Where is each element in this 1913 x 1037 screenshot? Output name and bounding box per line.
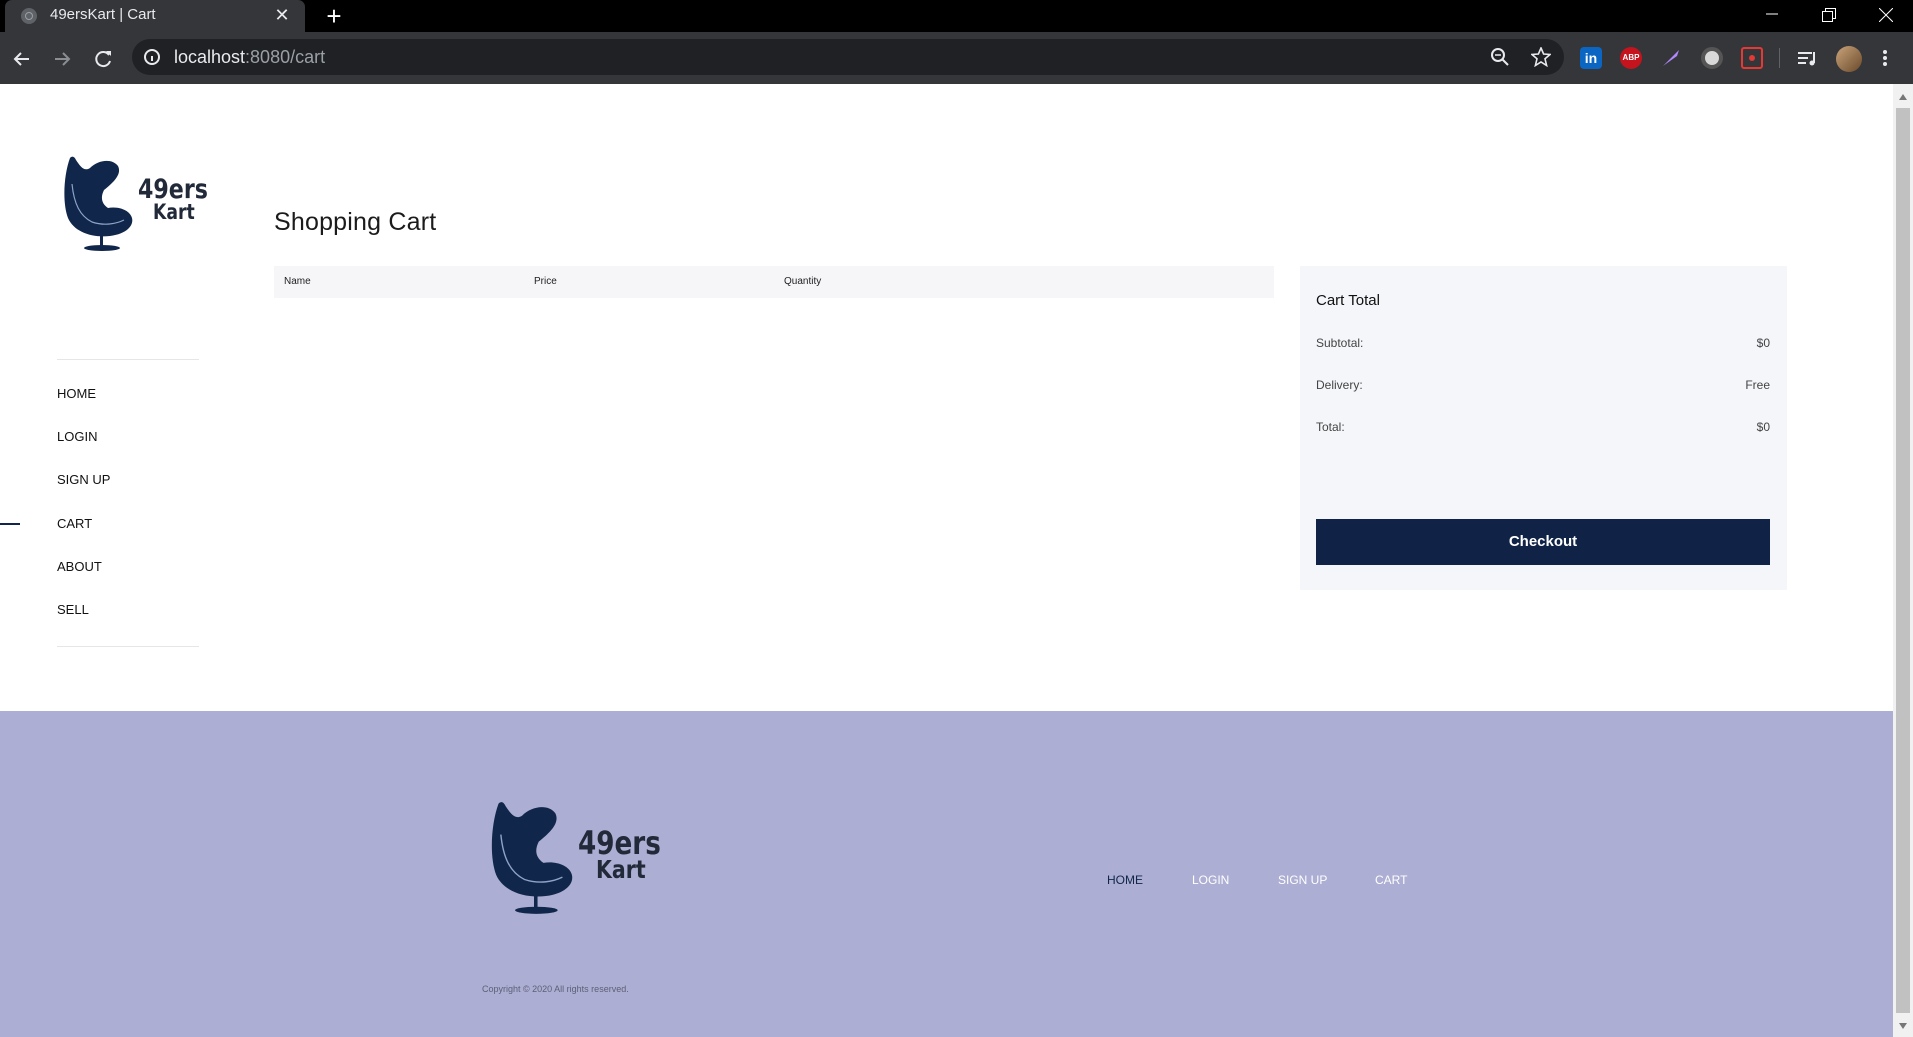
checkout-button[interactable]: Checkout: [1316, 519, 1770, 565]
close-tab-icon[interactable]: ✕: [271, 4, 293, 26]
url-text: localhost:8080/cart: [174, 47, 326, 67]
egg-chair-icon: [491, 802, 573, 914]
total-label: Total:: [1316, 420, 1345, 434]
page-scrollbar[interactable]: [1893, 84, 1913, 1037]
delivery-value: Free: [1745, 378, 1770, 392]
circle-icon[interactable]: [1701, 47, 1723, 69]
sidebar-divider-top: [57, 359, 199, 360]
column-header-price: Price: [534, 276, 557, 287]
profile-avatar[interactable]: [1836, 46, 1862, 72]
column-header-quantity: Quantity: [784, 276, 822, 287]
forward-arrow-icon[interactable]: [48, 45, 76, 73]
browser-tab-bar: 49ersKart | Cart ✕ +: [0, 0, 1913, 32]
restore-icon[interactable]: [1801, 0, 1856, 30]
sidebar-item-sign-up[interactable]: SIGN UP: [57, 472, 110, 487]
logo-text-line2: Kart: [153, 200, 195, 224]
globe-icon: [21, 8, 37, 24]
browser-toolbar: localhost:8080/cart in ABP: [0, 32, 1913, 84]
delivery-row: Delivery: Free: [1316, 378, 1770, 392]
reload-icon[interactable]: [89, 45, 117, 73]
site-footer: 49ers Kart HOME LOGIN SIGN UP CART Copyr…: [0, 711, 1893, 1037]
footer-nav-sign-up[interactable]: SIGN UP: [1278, 873, 1327, 887]
record-icon[interactable]: [1741, 47, 1763, 69]
sidebar-item-login[interactable]: LOGIN: [57, 429, 97, 444]
sidebar-divider-bottom: [57, 646, 199, 647]
scroll-up-arrow-icon[interactable]: [1899, 94, 1907, 100]
copyright-text: Copyright © 2020 All rights reserved.: [482, 984, 629, 994]
address-bar[interactable]: localhost:8080/cart: [132, 39, 1564, 75]
site-logo[interactable]: 49ers Kart: [62, 154, 208, 252]
egg-chair-icon: [64, 156, 133, 251]
tab-title: 49ersKart | Cart: [50, 6, 156, 23]
footer-nav-login[interactable]: LOGIN: [1192, 873, 1229, 887]
sidebar-item-home[interactable]: HOME: [57, 386, 96, 401]
cart-total-title: Cart Total: [1316, 292, 1380, 309]
footer-logo[interactable]: 49ers Kart: [488, 799, 661, 915]
active-nav-marker: [0, 523, 20, 525]
adblock-icon[interactable]: ABP: [1620, 47, 1642, 69]
column-header-name: Name: [284, 276, 311, 287]
toolbar-divider: [1779, 48, 1780, 68]
sidebar-item-sell[interactable]: SELL: [57, 602, 89, 617]
new-tab-button[interactable]: +: [320, 2, 348, 30]
subtotal-value: $0: [1756, 336, 1770, 350]
browser-tab[interactable]: 49ersKart | Cart ✕: [5, 0, 305, 32]
media-icon[interactable]: [1796, 47, 1818, 69]
subtotal-row: Subtotal: $0: [1316, 336, 1770, 350]
pen-icon[interactable]: [1660, 47, 1682, 69]
footer-nav-home[interactable]: HOME: [1107, 873, 1143, 887]
cart-total-panel: Cart Total Subtotal: $0 Delivery: Free T…: [1300, 266, 1787, 590]
minimize-icon[interactable]: [1744, 0, 1799, 30]
close-window-icon[interactable]: [1858, 0, 1913, 30]
menu-dots-icon[interactable]: [1882, 48, 1888, 68]
page-content: 49ers Kart HOME LOGIN SIGN UP CART ABOUT…: [0, 84, 1893, 1037]
page-title: Shopping Cart: [274, 208, 437, 236]
cart-table-header: Name Price Quantity: [274, 266, 1274, 298]
scrollbar-thumb[interactable]: [1896, 108, 1910, 1013]
sidebar-item-cart[interactable]: CART: [57, 516, 92, 531]
scroll-down-arrow-icon[interactable]: [1899, 1023, 1907, 1029]
bookmark-star-icon[interactable]: [1530, 45, 1552, 68]
total-row: Total: $0: [1316, 420, 1770, 434]
footer-logo-text-line2: Kart: [596, 855, 646, 884]
linkedin-icon[interactable]: in: [1580, 47, 1602, 69]
subtotal-label: Subtotal:: [1316, 336, 1364, 350]
sidebar-item-about[interactable]: ABOUT: [57, 559, 102, 574]
back-arrow-icon[interactable]: [8, 45, 36, 73]
logo-text-line1: 49ers: [138, 174, 208, 205]
site-info-icon[interactable]: [144, 49, 160, 65]
footer-nav-cart[interactable]: CART: [1375, 873, 1407, 887]
delivery-label: Delivery:: [1316, 378, 1363, 392]
total-value: $0: [1756, 420, 1770, 434]
zoom-icon[interactable]: [1490, 47, 1510, 67]
